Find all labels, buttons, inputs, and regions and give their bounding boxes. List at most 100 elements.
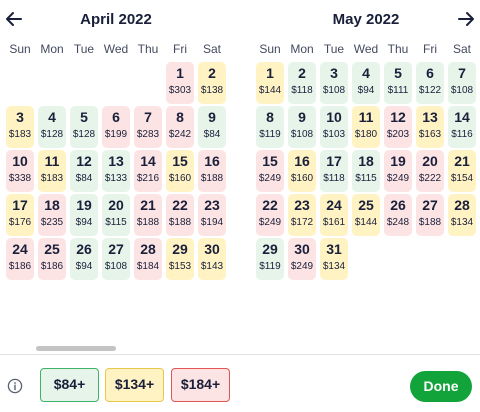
day-number: 18 bbox=[358, 153, 374, 169]
day-button[interactable]: 5 $111 bbox=[384, 62, 412, 104]
day-button[interactable]: 7 $108 bbox=[448, 62, 476, 104]
day-button[interactable]: 2 $118 bbox=[288, 62, 316, 104]
day-button[interactable]: 13 $163 bbox=[416, 106, 444, 148]
day-button[interactable]: 30 $143 bbox=[198, 238, 226, 280]
day-cell: 11 $183 bbox=[36, 150, 68, 194]
day-number: 5 bbox=[80, 109, 88, 125]
day-button[interactable]: 23 $194 bbox=[198, 194, 226, 236]
day-button[interactable]: 4 $128 bbox=[38, 106, 66, 148]
day-button[interactable]: 17 $176 bbox=[6, 194, 34, 236]
next-month-button[interactable] bbox=[456, 9, 476, 29]
day-price: $84 bbox=[75, 173, 93, 184]
day-price: $134 bbox=[450, 217, 474, 228]
day-button[interactable]: 21 $188 bbox=[134, 194, 162, 236]
weekday-label: Mon bbox=[40, 42, 64, 56]
day-button[interactable]: 12 $84 bbox=[70, 150, 98, 192]
day-price: $303 bbox=[168, 85, 192, 96]
day-button[interactable]: 13 $133 bbox=[102, 150, 130, 192]
day-price: $115 bbox=[355, 173, 377, 184]
day-button[interactable]: 30 $249 bbox=[288, 238, 316, 280]
day-button[interactable]: 16 $160 bbox=[288, 150, 316, 192]
day-button[interactable]: 23 $172 bbox=[288, 194, 316, 236]
day-number: 29 bbox=[262, 241, 278, 257]
day-number: 12 bbox=[76, 153, 92, 169]
day-button[interactable]: 26 $248 bbox=[384, 194, 412, 236]
day-button[interactable]: 19 $94 bbox=[70, 194, 98, 236]
day-button[interactable]: 4 $94 bbox=[352, 62, 380, 104]
day-button[interactable]: 26 $94 bbox=[70, 238, 98, 280]
day-button[interactable]: 31 $134 bbox=[320, 238, 348, 280]
day-price: $134 bbox=[322, 261, 346, 272]
day-button[interactable]: 5 $128 bbox=[70, 106, 98, 148]
day-button[interactable]: 17 $118 bbox=[320, 150, 348, 192]
day-button[interactable]: 25 $186 bbox=[38, 238, 66, 280]
day-button[interactable]: 27 $188 bbox=[416, 194, 444, 236]
day-button[interactable]: 3 $108 bbox=[320, 62, 348, 104]
day-cell: 8 $119 bbox=[254, 106, 286, 150]
day-button[interactable]: 9 $84 bbox=[198, 106, 226, 148]
arrow-right-icon bbox=[458, 12, 474, 26]
scrollbar-thumb[interactable] bbox=[36, 346, 116, 351]
day-price: $184 bbox=[136, 261, 160, 272]
weekday-label: Wed bbox=[353, 42, 379, 56]
day-button[interactable]: 12 $203 bbox=[384, 106, 412, 148]
day-button[interactable]: 14 $216 bbox=[134, 150, 162, 192]
day-button[interactable]: 8 $242 bbox=[166, 106, 194, 148]
day-number: 1 bbox=[266, 65, 274, 81]
day-button[interactable]: 20 $115 bbox=[102, 194, 130, 236]
day-cell: 13 $163 bbox=[414, 106, 446, 150]
day-cell: 20 $222 bbox=[414, 150, 446, 194]
done-button[interactable]: Done bbox=[410, 371, 472, 402]
day-button[interactable]: 11 $183 bbox=[38, 150, 66, 192]
day-button[interactable]: 29 $119 bbox=[256, 238, 284, 280]
day-button[interactable]: 22 $188 bbox=[166, 194, 194, 236]
day-cell: 18 $235 bbox=[36, 194, 68, 238]
day-price: $249 bbox=[386, 173, 410, 184]
day-price: $199 bbox=[104, 129, 128, 140]
day-button[interactable]: 11 $180 bbox=[352, 106, 380, 148]
day-button[interactable]: 10 $338 bbox=[6, 150, 34, 192]
day-button[interactable]: 16 $188 bbox=[198, 150, 226, 192]
day-number: 27 bbox=[108, 241, 124, 257]
day-button[interactable]: 29 $153 bbox=[166, 238, 194, 280]
day-button[interactable]: 28 $184 bbox=[134, 238, 162, 280]
info-button[interactable] bbox=[7, 378, 23, 394]
day-button[interactable]: 20 $222 bbox=[416, 150, 444, 192]
day-number: 22 bbox=[172, 197, 188, 213]
day-button[interactable]: 25 $144 bbox=[352, 194, 380, 236]
day-button[interactable]: 15 $160 bbox=[166, 150, 194, 192]
day-button[interactable]: 10 $103 bbox=[320, 106, 348, 148]
day-button[interactable]: 1 $144 bbox=[256, 62, 284, 104]
day-price: $161 bbox=[322, 217, 346, 228]
day-button[interactable]: 24 $186 bbox=[6, 238, 34, 280]
day-cell: 1 $144 bbox=[254, 62, 286, 106]
day-button[interactable]: 14 $116 bbox=[448, 106, 476, 148]
day-cell: 15 $249 bbox=[254, 150, 286, 194]
day-cell: 14 $116 bbox=[446, 106, 478, 150]
day-price: $203 bbox=[386, 129, 410, 140]
day-button[interactable]: 2 $138 bbox=[198, 62, 226, 104]
day-button[interactable]: 18 $115 bbox=[352, 150, 380, 192]
day-button[interactable]: 18 $235 bbox=[38, 194, 66, 236]
day-button[interactable]: 15 $249 bbox=[256, 150, 284, 192]
day-button[interactable]: 22 $249 bbox=[256, 194, 284, 236]
day-price: $235 bbox=[40, 217, 64, 228]
day-button[interactable]: 7 $283 bbox=[134, 106, 162, 148]
calendar-month-may: May 2022 Sun Mon Tue Wed Thu Fri Sat 1 $1… bbox=[254, 8, 478, 282]
day-button[interactable]: 28 $134 bbox=[448, 194, 476, 236]
day-button[interactable]: 24 $161 bbox=[320, 194, 348, 236]
day-button[interactable]: 3 $183 bbox=[6, 106, 34, 148]
weekday-label: Fri bbox=[173, 42, 187, 56]
day-button[interactable]: 8 $119 bbox=[256, 106, 284, 148]
day-button[interactable]: 1 $303 bbox=[166, 62, 194, 104]
day-cell: 6 $199 bbox=[100, 106, 132, 150]
day-cell: 15 $160 bbox=[164, 150, 196, 194]
day-button[interactable]: 9 $108 bbox=[288, 106, 316, 148]
day-button[interactable]: 6 $122 bbox=[416, 62, 444, 104]
day-button[interactable]: 21 $154 bbox=[448, 150, 476, 192]
day-number: 19 bbox=[390, 153, 406, 169]
day-button[interactable]: 27 $108 bbox=[102, 238, 130, 280]
day-cell: 26 $248 bbox=[382, 194, 414, 238]
day-button[interactable]: 19 $249 bbox=[384, 150, 412, 192]
day-button[interactable]: 6 $199 bbox=[102, 106, 130, 148]
